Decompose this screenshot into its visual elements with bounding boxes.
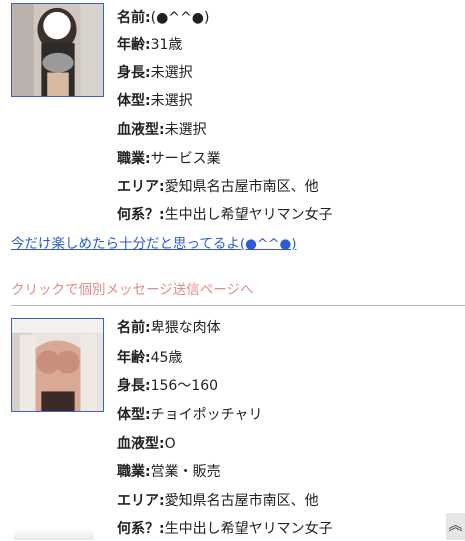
height-row: 身長:未選択 [117, 65, 193, 81]
profile-message-link[interactable]: 今だけ楽しめたら十分だと思ってるよ(●^^●) [11, 234, 297, 254]
height-row: 身長:156〜160 [117, 378, 219, 394]
blood-type-row: 血液型:O [117, 436, 176, 452]
name-row: 名前:卑猥な肉体 [117, 320, 221, 336]
scroll-to-top-button[interactable]: ︽ [446, 513, 465, 540]
body-type-row: 体型:未選択 [117, 93, 193, 109]
type-row: 何系？:生中出し希望ヤリマン女子 [117, 521, 333, 537]
profile-card-2: 名前:卑猥な肉体 年齢:45歳 身長:156〜160 体型:チョイポッチャリ 血… [0, 306, 465, 540]
floating-widget-edge [14, 528, 94, 540]
blood-type-row: 血液型:未選択 [117, 122, 207, 138]
job-row: 職業:営業・販売 [117, 464, 221, 480]
profile-photo[interactable] [11, 3, 104, 97]
name-row: 名前:(●^^●) [117, 10, 210, 26]
age-row: 年齢:31歳 [117, 37, 183, 53]
area-row: エリア:愛知県名古屋市南区、他 [117, 493, 319, 509]
job-row: 職業:サービス業 [117, 151, 221, 167]
body-type-row: 体型:チョイポッチャリ [117, 407, 263, 423]
profile-card-1: 名前:(●^^●) 年齢:31歳 身長:未選択 体型:未選択 血液型:未選択 職… [0, 0, 465, 306]
area-row: エリア:愛知県名古屋市南区、他 [117, 179, 319, 195]
age-row: 年齢:45歳 [117, 350, 183, 366]
send-message-link[interactable]: クリックで個別メッセージ送信ページへ [11, 280, 253, 300]
profile-photo[interactable] [11, 318, 104, 412]
double-chevron-up-icon: ︽ [448, 518, 463, 534]
type-row: 何系？:生中出し希望ヤリマン女子 [117, 207, 333, 223]
